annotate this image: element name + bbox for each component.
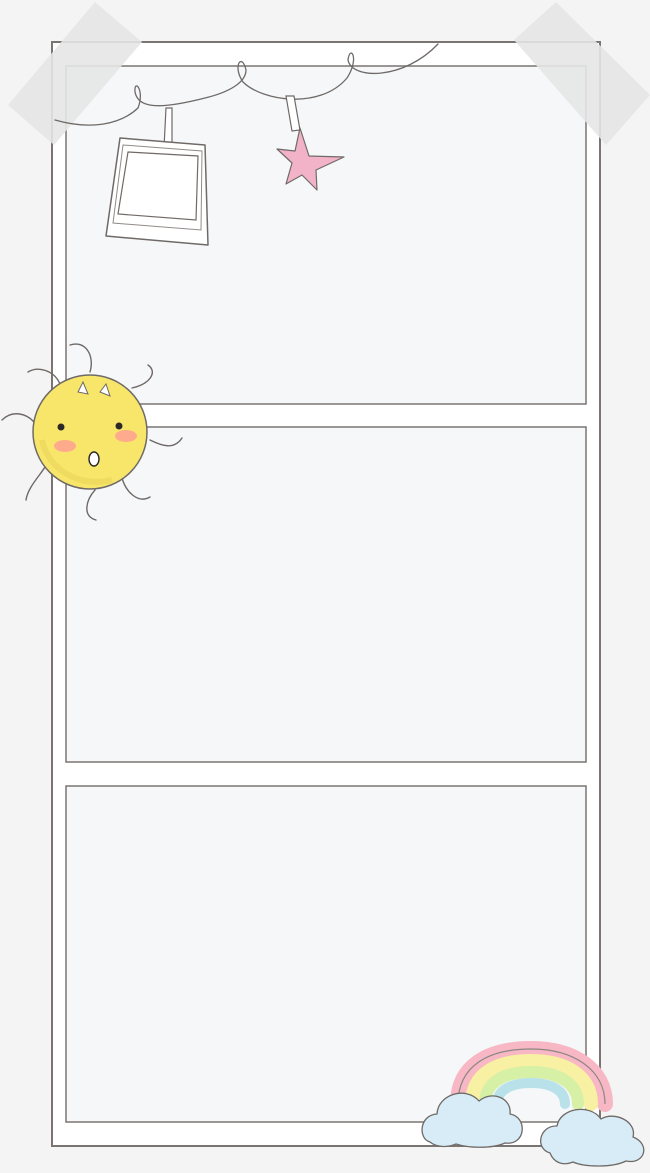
photo-frame-stage (0, 0, 650, 1173)
hanging-polaroid (105, 137, 209, 246)
photo-panel-middle (65, 426, 587, 763)
decorative-frame-illustration (1, 2, 650, 1167)
